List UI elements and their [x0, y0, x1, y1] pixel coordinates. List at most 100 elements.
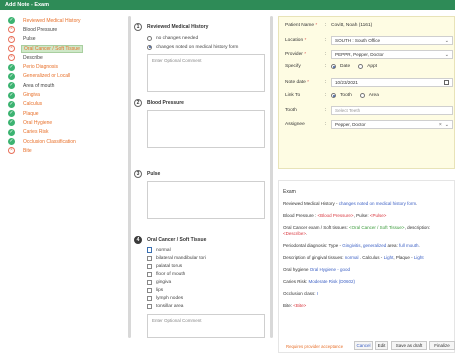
section-pulse: 3 Pulse: [134, 170, 160, 178]
link-to-row: Link To : Tooth Area: [285, 93, 379, 98]
link-tooth-option[interactable]: Tooth: [331, 93, 352, 98]
preview-line-perio: Periodontal diagnosis: Type - Gingivitis…: [283, 243, 420, 248]
radio-button-selected[interactable]: [331, 64, 336, 69]
section-reviewed-medical-history: 1 Reviewed Medical History: [134, 23, 208, 31]
location-row: Location * : SOUTH : South Office ⌄: [285, 36, 453, 45]
sidebar-item-label: Generalized or Locall: [23, 73, 71, 80]
sidebar-item-label: Blood Pressure: [23, 26, 58, 33]
link-area-option[interactable]: Area: [359, 93, 379, 98]
finalize-button[interactable]: Finalize: [429, 341, 455, 350]
checkbox-label: tonsillar area: [156, 303, 184, 309]
sidebar-item[interactable]: × Bite: [8, 146, 128, 155]
soft-tissue-comment-textarea[interactable]: Enter Optional Comment: [147, 314, 265, 338]
edit-button[interactable]: Edit: [375, 341, 388, 350]
x-circle-icon: ×: [8, 45, 15, 53]
sidebar-item[interactable]: ✓ Caries Risk: [8, 128, 128, 137]
check-circle-icon: ✓: [8, 119, 15, 127]
preview-heading: Exam: [283, 189, 296, 195]
radio-no-changes[interactable]: no changes needed: [147, 34, 198, 42]
pulse-input[interactable]: [147, 181, 265, 219]
specify-row: Specify : Date Appt: [285, 64, 378, 69]
comment-textarea[interactable]: Enter Optional Comment: [147, 54, 265, 92]
left-divider[interactable]: [128, 16, 131, 338]
acceptance-note: Requires provider acceptance: [286, 344, 344, 349]
sidebar-item[interactable]: ✓ Oral Hygiene: [8, 118, 128, 127]
note-date-input[interactable]: 10/23/2021: [331, 78, 453, 87]
sidebar-item-label: Describe: [23, 54, 43, 61]
clear-icon[interactable]: ×: [439, 122, 442, 128]
soft-tissue-option[interactable]: gingiva: [147, 278, 206, 286]
checkbox[interactable]: [147, 263, 152, 269]
checkbox[interactable]: [147, 295, 152, 301]
soft-tissue-option[interactable]: lymph nodes: [147, 294, 206, 302]
select-value: PEPPR, Pepper, Doctor: [335, 52, 384, 57]
radio-button[interactable]: [147, 35, 152, 41]
soft-tissue-option[interactable]: lips: [147, 286, 206, 294]
chevron-down-icon: ⌄: [444, 37, 449, 44]
sidebar-item[interactable]: ✓ Perio Diagnosis: [8, 62, 128, 71]
check-circle-icon: ✓: [8, 17, 15, 25]
radio-button[interactable]: [358, 64, 364, 69]
x-circle-icon: ×: [8, 35, 15, 43]
checkbox-label: bilateral mandibular tori: [156, 255, 206, 261]
specify-date-option[interactable]: Date: [331, 64, 350, 69]
calendar-icon[interactable]: [444, 80, 449, 85]
radio-button-selected[interactable]: [147, 44, 152, 50]
preview-line-vitals: Blood Pressure : <Blood Pressure>, Pulse…: [283, 213, 387, 218]
checkbox[interactable]: [147, 303, 152, 309]
tooth-select[interactable]: Select Teeth: [331, 106, 453, 115]
section-title: Blood Pressure: [147, 100, 184, 106]
soft-tissue-option[interactable]: floor of mouth: [147, 270, 206, 278]
right-divider[interactable]: [270, 16, 273, 338]
radio-changes-noted[interactable]: changes noted on medical history form: [147, 43, 238, 51]
sidebar-item[interactable]: ✓ Gingiva: [8, 90, 128, 99]
section-nav: ✓ Reviewed Medical History × Blood Pressure…: [8, 16, 128, 155]
radio-button[interactable]: [359, 93, 365, 98]
chevron-down-icon: ⌄: [444, 51, 449, 58]
checkbox[interactable]: [147, 271, 152, 277]
soft-tissue-option[interactable]: tonsillar area: [147, 302, 206, 310]
section-title: Pulse: [147, 171, 161, 177]
field-label: Note date *: [285, 80, 310, 85]
sidebar-item[interactable]: ✓ Plaque: [8, 109, 128, 118]
soft-tissue-option[interactable]: palatal torus: [147, 262, 206, 270]
radio-button-selected[interactable]: [331, 93, 336, 98]
sidebar-item[interactable]: ✓ Reviewed Medical History: [8, 16, 128, 25]
soft-tissue-option[interactable]: bilateral mandibular tori: [147, 254, 206, 262]
preview-line-gingival: Description of gingival tissues: normal …: [283, 255, 424, 260]
sidebar-item[interactable]: × Blood Pressure: [8, 25, 128, 34]
checkbox[interactable]: [147, 279, 152, 285]
section-number: 3: [134, 170, 142, 178]
cancel-button[interactable]: Cancel: [354, 341, 373, 350]
chevron-down-icon: ⌄: [444, 121, 449, 128]
provider-select[interactable]: PEPPR, Pepper, Doctor ⌄: [331, 50, 453, 59]
sidebar-item[interactable]: × Pulse: [8, 35, 128, 44]
sidebar-item[interactable]: ✓ Occlusion Classification: [8, 137, 128, 146]
sidebar-item-label: Calculus: [23, 101, 43, 108]
field-label: Patient Name *: [285, 23, 318, 28]
note-form: 1 Reviewed Medical History no changes ne…: [134, 16, 266, 338]
patient-name-row: Patient Name * : Covitt, Noah (1161): [285, 23, 373, 28]
select-value: Pepper, Doctor: [335, 122, 366, 127]
sidebar-item[interactable]: ✓ Generalized or Locall: [8, 72, 128, 81]
save-draft-button[interactable]: Save as draft: [391, 341, 427, 350]
assignee-select[interactable]: Pepper, Doctor × ⌄: [331, 120, 453, 129]
sidebar-item-label: Bite: [23, 147, 32, 154]
sidebar-item[interactable]: ✓ Calculus: [8, 100, 128, 109]
location-select[interactable]: SOUTH : South Office ⌄: [331, 36, 453, 45]
tooth-row: Tooth : Select Teeth: [285, 106, 453, 115]
sidebar-item[interactable]: × Oral Cancer / Soft Tissue: [8, 44, 128, 53]
checkbox[interactable]: [147, 255, 152, 261]
soft-tissue-option[interactable]: normal: [147, 246, 206, 254]
checkbox-label: normal: [156, 247, 171, 253]
sidebar-item[interactable]: × Describe: [8, 53, 128, 62]
checkbox[interactable]: [147, 247, 152, 253]
sidebar-item[interactable]: ✓ Area of mouth: [8, 81, 128, 90]
sidebar-item-label: Plaque: [23, 110, 39, 117]
blood-pressure-input[interactable]: [147, 110, 265, 148]
checkbox[interactable]: [147, 287, 152, 293]
radio-label: no changes needed: [156, 35, 199, 41]
check-circle-icon: ✓: [8, 138, 15, 145]
sidebar-item-label: Oral Hygiene: [23, 119, 53, 126]
specify-appt-option[interactable]: Appt: [358, 64, 377, 69]
